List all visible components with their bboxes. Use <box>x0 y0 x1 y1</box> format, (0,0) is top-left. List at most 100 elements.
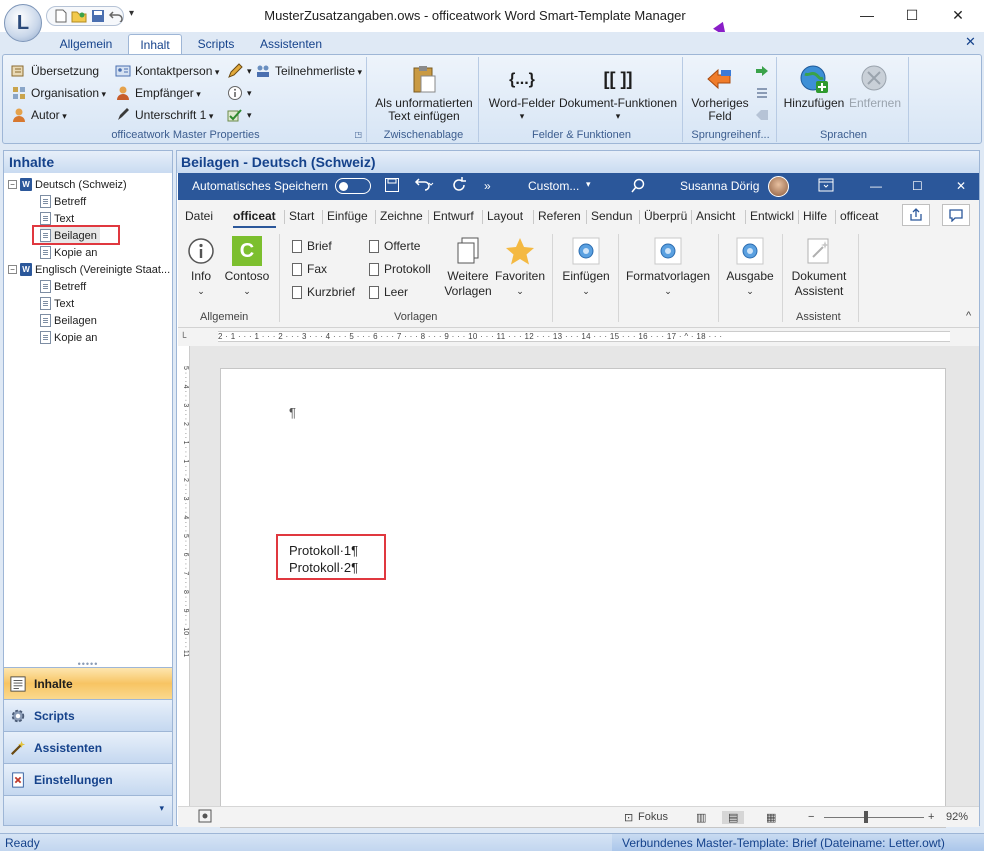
template-offerte[interactable]: Offerte <box>369 239 420 253</box>
word-minimize-icon[interactable]: — <box>870 179 882 193</box>
favoriten-button[interactable]: Favoriten ⌄ <box>492 236 548 299</box>
einfuegen-button[interactable]: Einfügen ⌄ <box>558 236 614 299</box>
word-tab-officeat[interactable]: officeat <box>233 209 276 228</box>
more-commands-icon[interactable]: » <box>484 179 491 193</box>
nav-einstellungen[interactable]: Einstellungen <box>4 763 172 795</box>
word-tab-zeichnen[interactable]: Zeichne <box>380 209 423 223</box>
comments-button[interactable] <box>942 204 970 226</box>
tab-allgemein[interactable]: Allgemein <box>48 34 124 54</box>
kontaktperson-dropdown[interactable]: Kontaktperson <box>115 63 219 79</box>
unterschrift-dropdown[interactable]: Unterschrift 1 <box>115 107 213 123</box>
ribbon-close-icon[interactable]: ✕ <box>965 34 976 50</box>
dokument-funktionen-button[interactable]: [[ ]] Dokument-Funktionen ▾ <box>557 63 679 123</box>
organisation-dropdown[interactable]: Organisation <box>11 85 106 101</box>
maximize-button[interactable]: ☐ <box>890 4 934 26</box>
template-leer[interactable]: Leer <box>369 285 408 299</box>
tab-assistenten[interactable]: Assistenten <box>250 34 332 54</box>
read-mode-icon[interactable]: ▥ <box>696 811 706 824</box>
word-search-icon[interactable] <box>630 178 646 197</box>
order-icon[interactable] <box>755 87 769 102</box>
nav-configure-icon[interactable]: ▾ <box>159 803 164 814</box>
zoom-out-button[interactable]: − <box>808 811 814 823</box>
document-page[interactable]: ¶ Protokoll·1¶ Protokoll·2¶ <box>220 368 946 828</box>
user-name[interactable]: Susanna Dörig <box>680 179 759 193</box>
word-tab-officeat-2[interactable]: officeat <box>840 209 878 223</box>
word-redo-icon[interactable] <box>450 176 468 197</box>
collapse-icon[interactable]: − <box>8 265 17 274</box>
word-felder-button[interactable]: {...} Word-Felder ▾ <box>485 63 559 123</box>
word-tab-layout[interactable]: Layout <box>487 209 523 223</box>
tree-item-text-en[interactable]: Text <box>40 295 74 312</box>
user-avatar[interactable] <box>768 176 789 197</box>
word-maximize-icon[interactable]: ☐ <box>912 179 923 193</box>
word-tab-ueberpruefen[interactable]: Überprü <box>644 209 687 223</box>
custom-dropdown[interactable]: Custom... <box>528 179 579 193</box>
vertical-ruler[interactable]: 5 · · · 4 · · · 3 · · · 2 · · · 1 · · · … <box>178 346 190 806</box>
word-tab-einfuegen[interactable]: Einfüge <box>327 209 368 223</box>
ribbon-display-icon[interactable] <box>818 178 834 195</box>
application-menu-button[interactable]: L <box>4 4 42 42</box>
tab-scripts[interactable]: Scripts <box>188 34 244 54</box>
word-tab-ansicht[interactable]: Ansicht <box>696 209 735 223</box>
word-undo-icon[interactable] <box>414 176 434 195</box>
template-fax[interactable]: Fax <box>292 262 327 276</box>
hinzufuegen-button[interactable]: Hinzufügen <box>783 63 845 110</box>
tab-selector-icon[interactable]: └ <box>180 332 186 342</box>
teilnehmerliste-dropdown[interactable]: Teilnehmerliste <box>255 63 362 79</box>
tree-item-betreff-en[interactable]: Betreff <box>40 278 86 295</box>
save-icon[interactable] <box>90 9 105 23</box>
pen-dropdown[interactable]: ▾ <box>227 63 252 79</box>
zoom-slider[interactable] <box>824 817 924 818</box>
zoom-in-button[interactable]: + <box>928 811 934 823</box>
nav-scripts[interactable]: Scripts <box>4 699 172 731</box>
paste-unformatted-button[interactable]: Als unformatierten Text einfügen <box>373 63 475 123</box>
nav-assistenten[interactable]: Assistenten <box>4 731 172 763</box>
focus-mode-button[interactable]: Fokus <box>638 811 668 823</box>
autor-dropdown[interactable]: Autor <box>11 107 67 123</box>
horizontal-ruler[interactable]: └ 2 · 1 · · · 1 · · · 2 · · · 3 · · · 4 … <box>178 328 979 346</box>
empfaenger-dropdown[interactable]: Empfänger <box>115 85 201 101</box>
doc-line-protokoll-2[interactable]: Protokoll·2¶ <box>289 560 358 575</box>
minimize-button[interactable]: — <box>845 4 889 26</box>
tag-icon[interactable] <box>755 109 769 124</box>
uebersetzung-button[interactable]: Übersetzung <box>11 63 99 79</box>
open-folder-icon[interactable] <box>71 9 87 23</box>
contoso-button[interactable]: C Contoso ⌄ <box>222 236 272 299</box>
weitere-vorlagen-button[interactable]: Weitere Vorlagen <box>440 236 496 299</box>
word-tab-datei[interactable]: Datei <box>185 209 213 223</box>
tree-item-betreff[interactable]: Betreff <box>40 193 86 210</box>
word-tab-entwurf[interactable]: Entwurf <box>433 209 474 223</box>
web-layout-icon[interactable]: ▦ <box>766 811 776 824</box>
new-document-icon[interactable] <box>53 9 68 23</box>
tree-item-kopie-an[interactable]: Kopie an <box>40 244 97 261</box>
formatvorlagen-button[interactable]: Formatvorlagen ⌄ <box>622 236 714 299</box>
next-field-icon[interactable] <box>755 65 769 80</box>
entfernen-button[interactable]: Entfernen <box>843 63 907 110</box>
page-status-icon[interactable] <box>198 809 212 826</box>
tree-item-beilagen-en[interactable]: Beilagen <box>40 312 97 329</box>
print-layout-icon[interactable]: ▤ <box>722 811 745 824</box>
info-button[interactable]: Info ⌄ <box>184 236 218 299</box>
dokument-assistent-button[interactable]: Dokument Assistent <box>786 236 852 299</box>
customize-qat-icon[interactable]: ▾ <box>129 8 134 19</box>
word-tab-referenzen[interactable]: Referen <box>538 209 581 223</box>
collapse-ribbon-icon[interactable]: ^ <box>966 310 971 322</box>
word-tab-start[interactable]: Start <box>289 209 314 223</box>
word-save-icon[interactable] <box>384 177 400 196</box>
word-tab-hilfe[interactable]: Hilfe <box>803 209 827 223</box>
zoom-slider-thumb[interactable] <box>864 811 868 823</box>
word-tab-sendungen[interactable]: Sendun <box>591 209 632 223</box>
tree-node-englisch[interactable]: − W Englisch (Vereinigte Staat... <box>8 261 170 278</box>
tree-node-deutsch[interactable]: − W Deutsch (Schweiz) <box>8 176 127 193</box>
undo-icon[interactable] <box>108 9 123 23</box>
autosave-toggle[interactable] <box>335 178 371 194</box>
tree-item-kopie-an-en[interactable]: Kopie an <box>40 329 97 346</box>
collapse-icon[interactable]: − <box>8 180 17 189</box>
info-dropdown[interactable]: ▾ <box>227 85 252 101</box>
vorheriges-feld-button[interactable]: Vorheriges Feld <box>689 63 751 123</box>
word-close-icon[interactable]: ✕ <box>956 179 966 193</box>
dialog-launcher-icon[interactable]: ◳ <box>354 130 362 139</box>
close-button[interactable]: ✕ <box>936 4 980 26</box>
check-dropdown[interactable]: ▾ <box>227 107 252 123</box>
share-button[interactable] <box>902 204 930 226</box>
